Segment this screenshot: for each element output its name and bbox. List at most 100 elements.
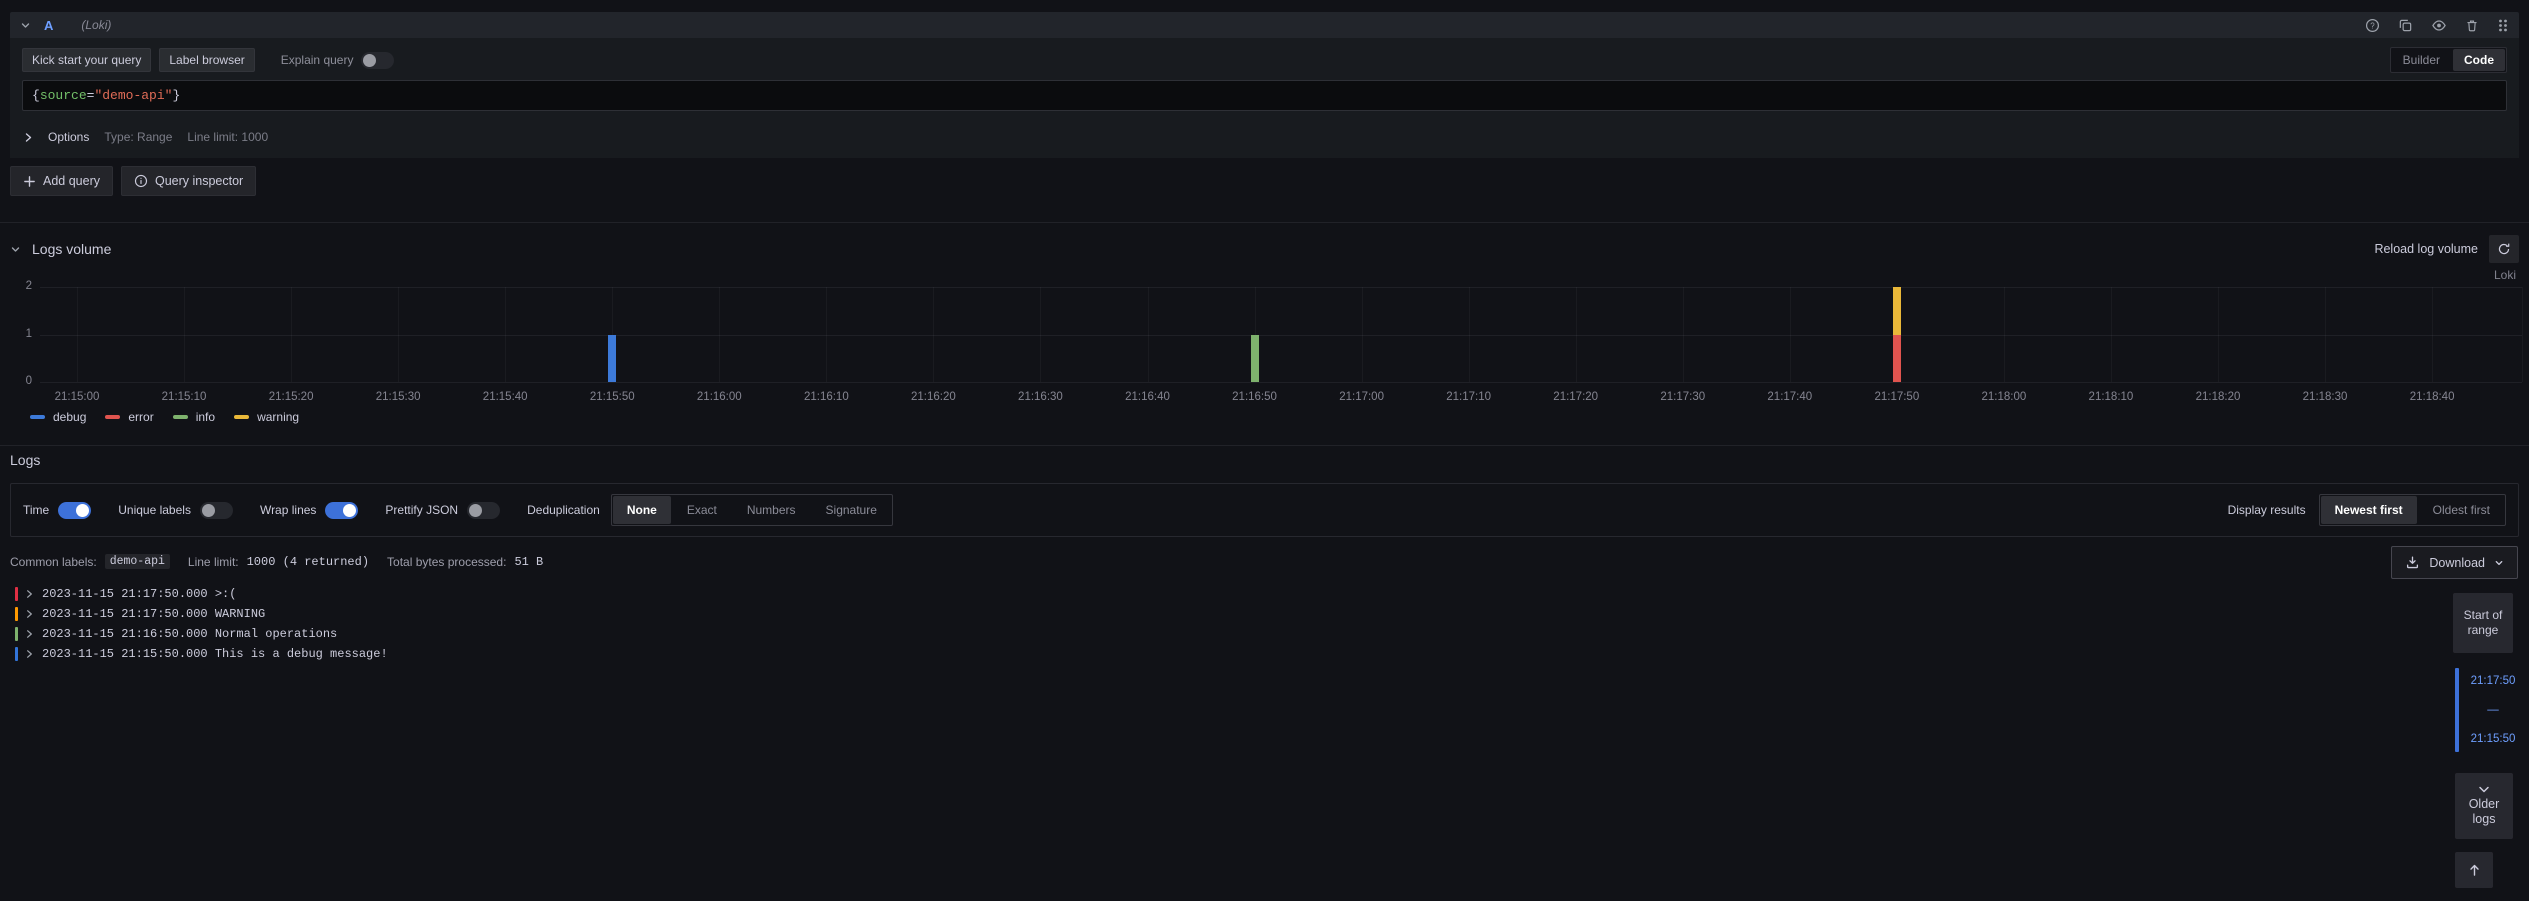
dedup-option-none[interactable]: None	[613, 496, 671, 524]
prettify-json-control: Prettify JSON	[385, 502, 500, 519]
dedup-option-numbers[interactable]: Numbers	[733, 496, 810, 524]
chart-bar-warning[interactable]	[1893, 287, 1901, 335]
x-axis-tick-label: 21:17:10	[1426, 391, 1512, 403]
x-gridline	[826, 287, 827, 382]
time-toggle[interactable]	[58, 502, 91, 519]
prettify-json-label: Prettify JSON	[385, 503, 458, 517]
range-to-time: 21:15:50	[2465, 733, 2521, 745]
help-icon[interactable]: ?	[2365, 18, 2380, 33]
download-button[interactable]: Download	[2391, 546, 2518, 579]
x-gridline	[398, 287, 399, 382]
chevron-right-icon	[24, 132, 33, 143]
legend-item-warning[interactable]: warning	[234, 410, 299, 424]
log-page-range[interactable]: 21:17:50 — 21:15:50	[2455, 668, 2521, 752]
y-gridline	[40, 335, 2522, 336]
unique-labels-toggle[interactable]	[200, 502, 233, 519]
download-icon	[2405, 555, 2420, 570]
add-query-button[interactable]: Add query	[10, 166, 113, 196]
drag-handle-icon[interactable]	[2497, 18, 2509, 33]
log-row[interactable]: 2023-11-15 21:17:50.000 >:(	[0, 584, 2440, 604]
log-row[interactable]: 2023-11-15 21:15:50.000 This is a debug …	[0, 644, 2440, 664]
dedup-option-exact[interactable]: Exact	[673, 496, 731, 524]
log-level-bar-warning	[15, 607, 18, 621]
info-circle-icon	[134, 174, 148, 188]
unique-labels-label: Unique labels	[118, 503, 191, 517]
query-brace-open: {	[32, 88, 40, 103]
query-code-editor[interactable]: {source="demo-api"}	[22, 80, 2507, 111]
x-axis-tick-label: 21:18:00	[1961, 391, 2047, 403]
chart-bar-debug[interactable]	[608, 335, 616, 383]
legend-color-warning	[234, 415, 249, 419]
kick-start-query-button[interactable]: Kick start your query	[22, 48, 151, 72]
editor-mode-code[interactable]: Code	[2453, 49, 2505, 71]
y-gridline	[40, 287, 2522, 288]
reload-log-volume-button[interactable]	[2489, 235, 2519, 263]
query-operator: =	[87, 88, 95, 103]
x-gridline	[77, 287, 78, 382]
older-logs-button[interactable]: Older logs	[2455, 773, 2513, 839]
log-message: WARNING	[215, 607, 265, 621]
x-axis-tick-label: 21:15:20	[248, 391, 334, 403]
editor-mode-builder[interactable]: Builder	[2392, 49, 2451, 71]
order-option-oldest-first[interactable]: Oldest first	[2419, 496, 2504, 524]
section-divider	[0, 222, 2529, 223]
x-axis-tick-label: 21:15:40	[462, 391, 548, 403]
x-gridline	[2218, 287, 2219, 382]
chart-bar-error[interactable]	[1893, 335, 1901, 383]
log-row[interactable]: 2023-11-15 21:17:50.000 WARNING	[0, 604, 2440, 624]
log-row[interactable]: 2023-11-15 21:16:50.000 Normal operation…	[0, 624, 2440, 644]
query-inspector-button[interactable]: Query inspector	[121, 166, 256, 196]
collapse-query-row-icon[interactable]	[20, 20, 31, 31]
unique-labels-control: Unique labels	[118, 502, 233, 519]
chart-legend: debug error info warning	[30, 410, 299, 424]
wrap-lines-toggle[interactable]	[325, 502, 358, 519]
x-axis-tick-label: 21:15:30	[355, 391, 441, 403]
log-line: 2023-11-15 21:17:50.000 WARNING	[42, 607, 265, 621]
hide-response-eye-icon[interactable]	[2431, 18, 2447, 33]
legend-label: info	[196, 410, 215, 424]
query-row-actions: ?	[2365, 18, 2509, 33]
duplicate-query-icon[interactable]	[2398, 18, 2413, 33]
start-of-range-button[interactable]: Start of range	[2453, 593, 2513, 653]
wrap-lines-label: Wrap lines	[260, 503, 316, 517]
logs-panel-title: Logs	[10, 452, 40, 468]
display-results-label: Display results	[2228, 503, 2306, 517]
chart-bar-info[interactable]	[1251, 335, 1259, 383]
collapse-logs-volume-icon[interactable]	[10, 244, 21, 255]
log-message: Normal operations	[215, 627, 337, 641]
x-axis-tick-label: 21:16:40	[1105, 391, 1191, 403]
chevron-down-icon	[2494, 558, 2504, 568]
legend-item-error[interactable]: error	[105, 410, 153, 424]
x-gridline	[719, 287, 720, 382]
x-gridline	[933, 287, 934, 382]
query-label-value: "demo-api"	[94, 88, 172, 103]
explain-query-toggle[interactable]	[361, 52, 394, 69]
label-browser-button[interactable]: Label browser	[159, 48, 254, 72]
common-labels-label: Common labels:	[10, 555, 97, 569]
scroll-to-top-button[interactable]	[2455, 852, 2493, 888]
range-separator: —	[2465, 704, 2521, 716]
log-line: 2023-11-15 21:16:50.000 Normal operation…	[42, 627, 337, 641]
remove-query-trash-icon[interactable]	[2465, 18, 2479, 33]
display-results-control: Display results Newest firstOldest first	[2228, 494, 2506, 526]
x-axis-tick-label: 21:18:10	[2068, 391, 2154, 403]
line-limit-label: Line limit:	[188, 555, 239, 569]
dedup-option-signature[interactable]: Signature	[812, 496, 891, 524]
reload-log-volume-label[interactable]: Reload log volume	[2374, 242, 2478, 256]
x-gridline	[2111, 287, 2112, 382]
datasource-name: (Loki)	[81, 18, 111, 32]
order-option-newest-first[interactable]: Newest first	[2321, 496, 2417, 524]
query-ref-id[interactable]: A	[44, 18, 53, 33]
log-level-bar-error	[15, 587, 18, 601]
log-timestamp: 2023-11-15 21:17:50.000	[42, 607, 215, 621]
query-options-collapse[interactable]: Options Type: Range Line limit: 1000	[24, 122, 268, 152]
legend-item-info[interactable]: info	[173, 410, 215, 424]
y-axis-tick-label: 0	[0, 375, 32, 387]
refresh-icon	[2497, 242, 2511, 256]
legend-label: error	[128, 410, 153, 424]
log-message: This is a debug message!	[215, 647, 388, 661]
legend-item-debug[interactable]: debug	[30, 410, 86, 424]
prettify-json-toggle[interactable]	[467, 502, 500, 519]
x-gridline	[1148, 287, 1149, 382]
range-from-time: 21:17:50	[2465, 675, 2521, 687]
